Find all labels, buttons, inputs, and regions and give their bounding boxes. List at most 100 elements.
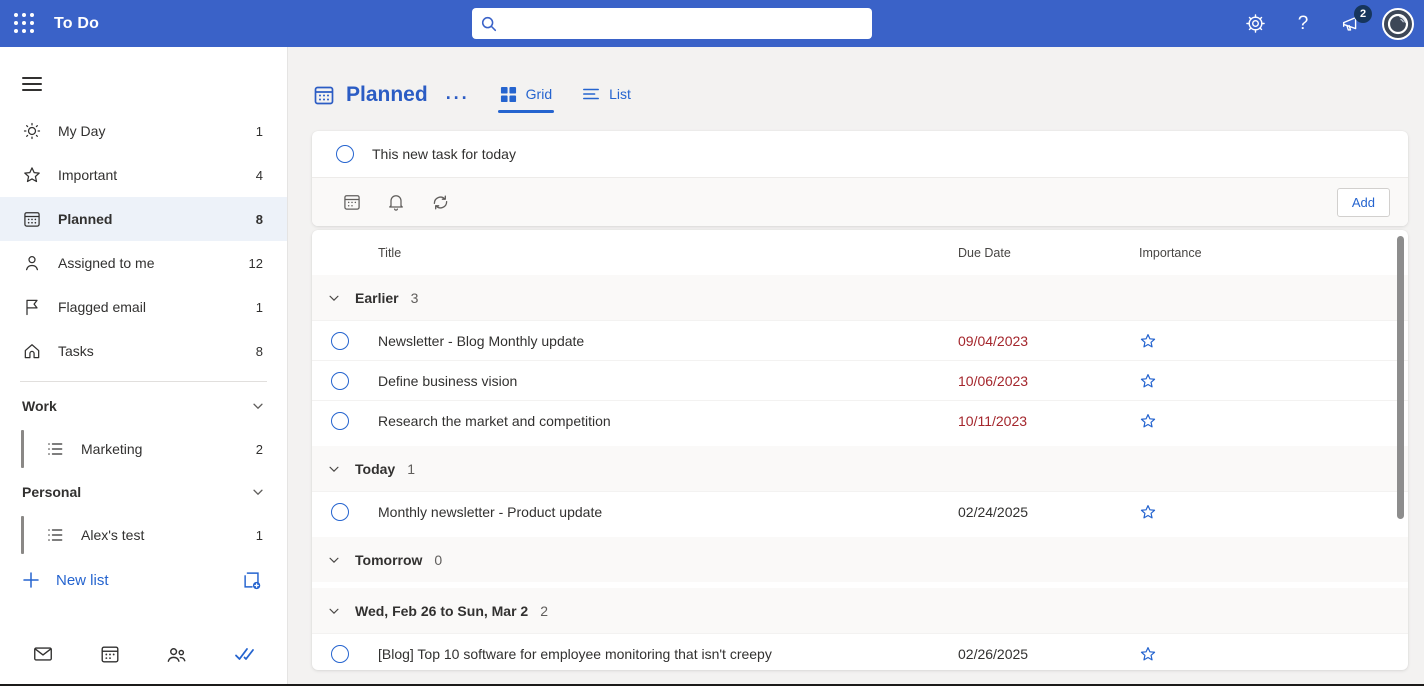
task-checkbox[interactable] xyxy=(331,372,349,390)
task-title: [Blog] Top 10 software for employee moni… xyxy=(368,646,958,662)
task-checkbox[interactable] xyxy=(331,412,349,430)
task-checkbox[interactable] xyxy=(331,645,349,663)
sun-icon xyxy=(22,121,42,141)
star-icon xyxy=(1139,332,1157,350)
task-checkbox[interactable] xyxy=(331,332,349,350)
sidebar-item-label: Tasks xyxy=(58,343,256,359)
sidebar-item-label: My Day xyxy=(58,123,256,139)
avatar-image xyxy=(1384,10,1412,38)
new-group-icon[interactable] xyxy=(241,569,263,591)
search-box[interactable] xyxy=(472,8,872,39)
chevron-down-icon xyxy=(251,399,265,413)
mail-button[interactable] xyxy=(25,636,61,672)
new-list-button[interactable]: New list xyxy=(0,558,287,602)
task-row[interactable]: Newsletter - Blog Monthly update 09/04/2… xyxy=(312,320,1408,360)
search-input[interactable] xyxy=(506,16,864,32)
sidebar-item-my-day[interactable]: My Day 1 xyxy=(0,109,287,153)
calendar-icon xyxy=(99,643,121,665)
people-button[interactable] xyxy=(159,636,195,672)
section-label: Earlier xyxy=(355,290,399,306)
group-name: Personal xyxy=(22,484,251,500)
tab-label: Grid xyxy=(526,86,552,102)
list-options-button[interactable]: ··· xyxy=(446,88,470,109)
repeat-button[interactable] xyxy=(428,190,452,214)
task-row[interactable]: Monthly newsletter - Product update 02/2… xyxy=(312,491,1408,531)
feedback-badge: 2 xyxy=(1354,5,1372,23)
sidebar-item-label: Planned xyxy=(58,211,256,227)
mail-icon xyxy=(32,643,54,665)
group-indent-bar xyxy=(21,430,24,468)
calendar-app-button[interactable] xyxy=(92,636,128,672)
todo-app-button[interactable] xyxy=(226,636,262,672)
sidebar-item-count: 1 xyxy=(256,528,263,543)
group-header-personal[interactable]: Personal xyxy=(0,472,287,512)
importance-star-button[interactable] xyxy=(1139,645,1157,663)
section-header-earlier[interactable]: Earlier 3 xyxy=(312,275,1408,320)
account-avatar[interactable] xyxy=(1382,8,1414,40)
add-task-toolbar: Add xyxy=(312,177,1408,226)
importance-star-button[interactable] xyxy=(1139,503,1157,521)
main-header: Planned ··· Grid List xyxy=(312,75,1424,115)
task-row[interactable]: Define business vision 10/06/2023 xyxy=(312,360,1408,400)
tab-grid[interactable]: Grid xyxy=(498,77,554,113)
sidebar-toggle-button[interactable] xyxy=(22,73,42,95)
add-button[interactable]: Add xyxy=(1337,188,1390,217)
sidebar-list-marketing[interactable]: Marketing 2 xyxy=(0,426,287,472)
list-view-icon xyxy=(582,85,600,103)
star-icon xyxy=(1139,645,1157,663)
task-title: Define business vision xyxy=(368,373,958,389)
app-launcher-button[interactable] xyxy=(0,0,48,47)
add-task-card: Add xyxy=(312,131,1408,226)
top-bar: To Do xyxy=(0,0,1424,47)
sidebar-item-important[interactable]: Important 4 xyxy=(0,153,287,197)
scrollbar-thumb[interactable] xyxy=(1397,236,1404,519)
sidebar-item-planned[interactable]: Planned 8 xyxy=(0,197,287,241)
task-title: Research the market and competition xyxy=(368,413,958,429)
new-task-checkbox[interactable] xyxy=(336,145,354,163)
sidebar-item-count: 8 xyxy=(256,344,263,359)
reminder-button[interactable] xyxy=(384,190,408,214)
task-due-date: 09/04/2023 xyxy=(958,333,1115,349)
tab-list[interactable]: List xyxy=(580,77,633,113)
due-date-button[interactable] xyxy=(340,190,364,214)
task-row[interactable]: Research the market and competition 10/1… xyxy=(312,400,1408,440)
task-due-date: 02/24/2025 xyxy=(958,504,1115,520)
importance-star-button[interactable] xyxy=(1139,372,1157,390)
sidebar-item-tasks[interactable]: Tasks 8 xyxy=(0,329,287,373)
planned-calendar-icon xyxy=(312,83,336,107)
section-count: 0 xyxy=(434,552,442,568)
section-header-week[interactable]: Wed, Feb 26 to Sun, Mar 2 2 xyxy=(312,588,1408,633)
repeat-icon xyxy=(430,192,451,213)
importance-star-button[interactable] xyxy=(1139,332,1157,350)
chevron-down-icon xyxy=(327,604,341,618)
importance-star-button[interactable] xyxy=(1139,412,1157,430)
group-header-work[interactable]: Work xyxy=(0,386,287,426)
person-icon xyxy=(22,253,42,273)
section-header-today[interactable]: Today 1 xyxy=(312,446,1408,491)
feedback-button[interactable]: 2 xyxy=(1334,7,1368,41)
help-button[interactable]: ? xyxy=(1286,7,1320,41)
sidebar-item-label: Important xyxy=(58,167,256,183)
task-checkbox[interactable] xyxy=(331,503,349,521)
chevron-down-icon xyxy=(251,485,265,499)
bell-icon xyxy=(386,192,406,212)
sidebar-item-count: 8 xyxy=(256,212,263,227)
sidebar-item-flagged-email[interactable]: Flagged email 1 xyxy=(0,285,287,329)
sidebar-item-count: 1 xyxy=(256,300,263,315)
help-icon: ? xyxy=(1298,13,1309,35)
plus-icon xyxy=(22,571,40,589)
calendar-icon xyxy=(342,192,362,212)
settings-button[interactable] xyxy=(1238,7,1272,41)
sidebar-list-alexs-test[interactable]: Alex's test 1 xyxy=(0,512,287,558)
sidebar-item-assigned-to-me[interactable]: Assigned to me 12 xyxy=(0,241,287,285)
sidebar-divider xyxy=(20,381,267,382)
main-content: Planned ··· Grid List xyxy=(288,47,1424,684)
task-list-panel: Title Due Date Importance Earlier 3 News… xyxy=(312,230,1408,670)
task-row[interactable]: [Blog] Top 10 software for employee moni… xyxy=(312,633,1408,670)
section-header-tomorrow[interactable]: Tomorrow 0 xyxy=(312,537,1408,582)
task-due-date: 10/06/2023 xyxy=(958,373,1115,389)
add-task-row[interactable] xyxy=(312,131,1408,177)
list-icon xyxy=(45,439,65,459)
task-title: Newsletter - Blog Monthly update xyxy=(368,333,958,349)
add-task-input[interactable] xyxy=(372,146,1392,162)
